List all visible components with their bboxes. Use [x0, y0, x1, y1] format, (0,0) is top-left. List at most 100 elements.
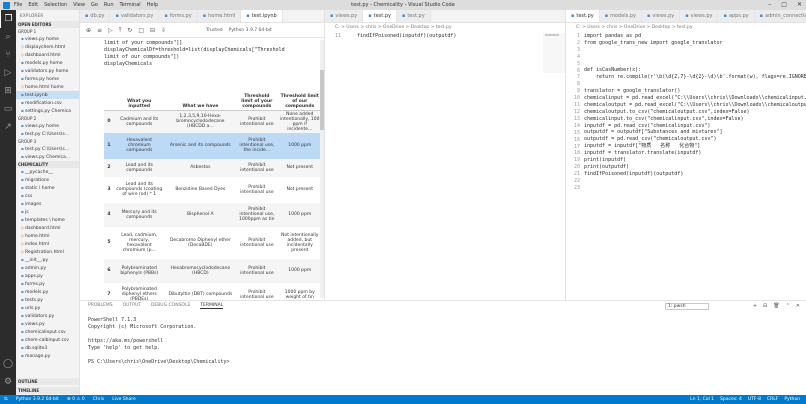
editor-tab[interactable]: ▪ views.py	[642, 10, 681, 22]
menu-item-view[interactable]: View	[73, 2, 85, 8]
open-editors-section[interactable]: OPEN EDITORS	[16, 21, 79, 28]
sidebar-file-item[interactable]: ▪forms.py home	[16, 75, 79, 83]
sidebar-file-item[interactable]: ▪manage.py	[16, 352, 79, 360]
run-all-icon[interactable]: ▷	[108, 27, 113, 34]
sidebar-file-item[interactable]: ▪__init__.py	[16, 256, 79, 264]
close-icon[interactable]: ✕	[797, 1, 802, 8]
chevron-up-icon[interactable]: ⌃	[786, 303, 790, 309]
sidebar-file-item[interactable]: ▪js	[16, 208, 79, 216]
close-panel-icon[interactable]: ✕	[796, 303, 800, 309]
maximize-icon[interactable]: □	[781, 1, 787, 8]
sidebar-file-item[interactable]: ▪chem-calbinput.csv	[16, 336, 79, 344]
editor-tab[interactable]: ▪ home.html	[197, 10, 242, 22]
middle-minimap[interactable]	[543, 33, 565, 73]
editor-tab[interactable]: ▪ validators.py	[110, 10, 160, 22]
panel-tab-problems[interactable]: PROBLEMS	[88, 303, 113, 309]
search-icon[interactable]: ⌕	[0, 28, 16, 46]
sidebar-file-item[interactable]: ▪test.py C:\Users\s...	[16, 145, 79, 153]
accounts-icon[interactable]: ◯	[0, 355, 16, 373]
outline-section[interactable]: OUTLINE	[16, 378, 79, 385]
sidebar-file-item[interactable]: ▪templates \ home	[16, 216, 79, 224]
add-code-cell-icon[interactable]: ⊕	[86, 27, 91, 34]
menu-item-help[interactable]: Help	[147, 2, 158, 8]
timeline-section[interactable]: TIMELINE	[16, 387, 79, 394]
settings-gear-icon[interactable]: ⚙	[0, 373, 16, 391]
editor-tab[interactable]: ▪ forms.py	[159, 10, 198, 22]
trusted-label[interactable]: Trusted	[206, 28, 223, 33]
editor-tab[interactable]: ▪ test.py	[363, 10, 397, 22]
restart-kernel-icon[interactable]: ↻	[127, 27, 132, 34]
editor-tab[interactable]: ▪ test.py	[396, 10, 431, 22]
split-terminal-icon[interactable]: ⊟	[763, 303, 767, 309]
sidebar-file-item[interactable]: ▪tests.py	[16, 296, 79, 304]
sidebar-file-item[interactable]: ▪images	[16, 200, 79, 208]
sidebar-file-item[interactable]: ▪__pycache__	[16, 168, 79, 176]
menu-item-terminal[interactable]: Terminal	[120, 2, 141, 8]
extensions-icon[interactable]: ⊞	[0, 82, 16, 100]
remote-explorer-icon[interactable]: ▭	[0, 100, 16, 118]
sidebar-file-item[interactable]: ▪forms.py	[16, 280, 79, 288]
explorer-icon[interactable]: ❐	[0, 10, 16, 28]
sidebar-file-item[interactable]: ▪apps.py	[16, 272, 79, 280]
sidebar-file-item[interactable]: ▪admin.py	[16, 264, 79, 272]
sidebar-file-item[interactable]: ◇Registration.html	[16, 248, 79, 256]
sidebar-file-item[interactable]: ▪views.py home	[16, 122, 79, 130]
python-interpreter[interactable]: Python 3.9.2 64-bit	[16, 397, 59, 402]
status-item[interactable]: Ln 1, Col 1	[690, 397, 714, 402]
variables-icon[interactable]: ⊟	[150, 27, 155, 34]
sidebar-file-item[interactable]: ▪test.ipynb	[16, 91, 79, 99]
live-share-icon[interactable]: ↗	[0, 118, 16, 136]
menu-item-file[interactable]: File	[14, 2, 22, 8]
sidebar-file-item[interactable]: ▪validators.py	[16, 312, 79, 320]
add-markdown-icon[interactable]: ≡	[97, 27, 102, 34]
sidebar-file-item[interactable]: ▪css	[16, 192, 79, 200]
sidebar-file-item[interactable]: ◇home.html	[16, 232, 79, 240]
project-section[interactable]: CHEMICALITY	[16, 161, 79, 168]
interrupt-kernel-icon[interactable]: □	[138, 27, 144, 34]
sidebar-file-item[interactable]: ▪views.py	[16, 320, 79, 328]
status-item[interactable]: CRLF	[767, 397, 778, 402]
editor-tab[interactable]: ▪admin_connection.py	[754, 10, 806, 22]
sidebar-file-item[interactable]: ▪modification.csv	[16, 99, 79, 107]
middle-code-area[interactable]: findIfPoisoned(inputdf)(outputdf)	[345, 33, 540, 293]
editor-tab[interactable]: ▪ views.py	[680, 10, 719, 22]
sidebar-file-item[interactable]: ▪db.sqlite3	[16, 344, 79, 352]
status-item[interactable]: UTF-8	[748, 397, 761, 402]
status-item[interactable]: Spaces: 4	[720, 397, 742, 402]
sidebar-file-item[interactable]: ▪models.py home	[16, 59, 79, 67]
menu-item-edit[interactable]: Edit	[28, 2, 38, 8]
sidebar-file-item[interactable]: ◇dashboard.html	[16, 51, 79, 59]
right-breadcrumb[interactable]: C: > Users > chris > OneDrive > Desktop …	[576, 24, 802, 31]
export-icon[interactable]: ⇩	[161, 27, 166, 34]
kernel-label[interactable]: Python 3.9.7 64-bit	[229, 28, 272, 33]
account-user[interactable]: Chris	[93, 397, 104, 402]
sidebar-file-item[interactable]: ▪test.py C:\Users\s...	[16, 130, 79, 138]
trash-icon[interactable]: 🗑	[773, 303, 779, 309]
sidebar-file-item[interactable]: ▪static \ home	[16, 184, 79, 192]
terminal-output[interactable]: PowerShell 7.1.3 Copyright (c) Microsoft …	[88, 317, 233, 366]
notebook-code-cell[interactable]: limit of your compounds"]] displayChemica…	[104, 40, 322, 80]
new-terminal-icon[interactable]: +	[753, 303, 757, 309]
sidebar-file-item[interactable]: ▪views.py Chemica...	[16, 153, 79, 161]
editor-tab[interactable]: ▪ test.ipynb	[241, 10, 283, 22]
right-code-area[interactable]: import pandas as pd from google_trans_new…	[584, 33, 806, 295]
panel-tab-debug-console[interactable]: DEBUG CONSOLE	[151, 303, 190, 309]
live-share-status[interactable]: Live Share	[112, 397, 136, 402]
remote-icon[interactable]: ⇆	[4, 397, 8, 402]
status-item[interactable]: Python	[784, 397, 800, 402]
terminal-select[interactable]: 1: pwsh	[665, 303, 709, 310]
menu-item-selection[interactable]: Selection	[44, 2, 67, 8]
minimize-icon[interactable]: –	[768, 1, 771, 8]
sidebar-file-item[interactable]: ▪validators.py home	[16, 67, 79, 75]
table-row[interactable]: 3 Lead and its compounds (coating of wire…	[104, 177, 322, 203]
sidebar-file-item[interactable]: ▪migrations	[16, 176, 79, 184]
run-all-above-icon[interactable]: ⤒	[119, 27, 122, 35]
sidebar-file-item[interactable]: ▪chemicalinput.csv	[16, 328, 79, 336]
sidebar-file-item[interactable]: ▪settings.py Chemica	[16, 107, 79, 115]
editor-tab[interactable]: ▪ test.py	[566, 10, 600, 22]
table-row[interactable]: 2 Lead and its compounds Asbestos Prohibit …	[104, 158, 322, 177]
sidebar-file-item[interactable]: ◇home.html home	[16, 83, 79, 91]
panel-tab-output[interactable]: OUTPUT	[123, 303, 141, 309]
table-row[interactable]: 6 Polybrominated biphenyls (PBBs) Hexabrom…	[104, 258, 322, 283]
middle-breadcrumb[interactable]: C: > Users > chris > OneDrive > Desktop …	[335, 24, 555, 31]
